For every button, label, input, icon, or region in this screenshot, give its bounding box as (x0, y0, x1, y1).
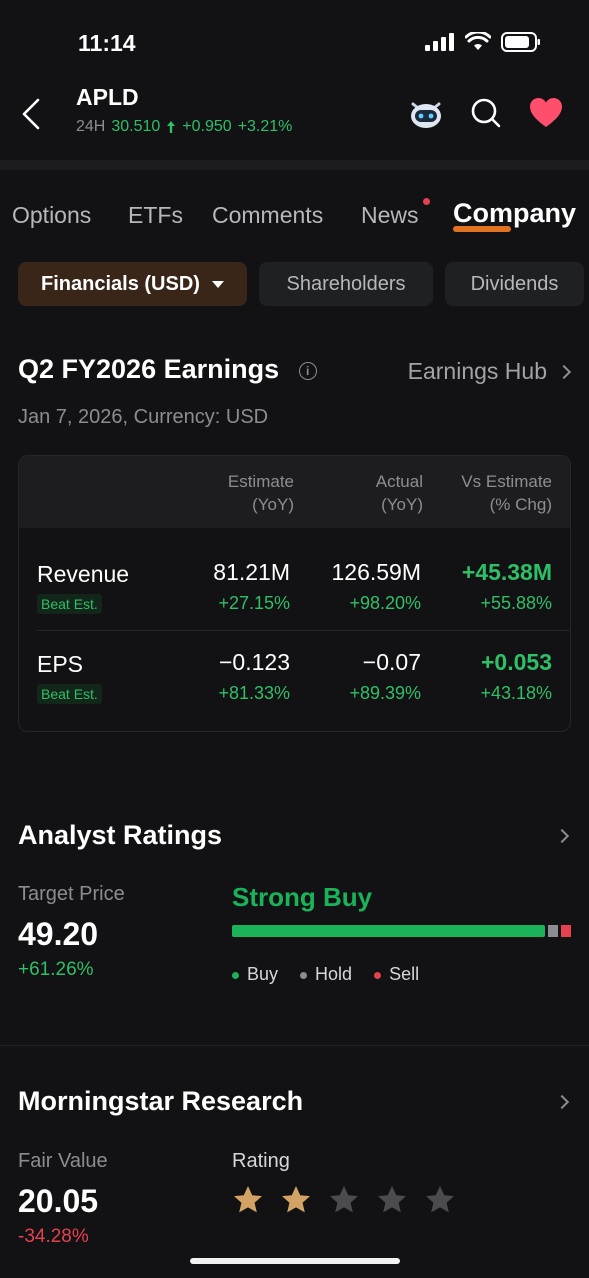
consensus-rating: Strong Buy (232, 882, 373, 912)
chip-shareholders[interactable]: Shareholders (259, 262, 433, 306)
morningstar-title: Morningstar Research (18, 1086, 304, 1116)
tab-comments[interactable]: Comments (212, 202, 323, 229)
chevron-right-icon (556, 364, 572, 379)
battery-icon (501, 32, 540, 52)
info-icon[interactable]: i (298, 361, 317, 380)
beat-badge: Beat Est. (37, 594, 102, 614)
home-indicator (190, 1258, 400, 1264)
price-change-pct: +3.21% (237, 118, 293, 135)
chevron-left-icon (22, 98, 40, 130)
estimate-yoy: +81.33% (218, 683, 290, 703)
actual-value: −0.07 (362, 649, 421, 675)
legend-buy: Buy (232, 964, 278, 985)
col-actual: Actual (YoY) (375, 472, 423, 514)
last-price: 30.510 (111, 118, 161, 135)
header-divider (0, 160, 589, 170)
wifi-icon (465, 32, 491, 50)
rating-legend: Buy Hold Sell (232, 964, 419, 985)
fair-value-label: Fair Value (18, 1150, 108, 1172)
rating-label: Rating (232, 1150, 290, 1172)
ticker-symbol: APLD (76, 84, 139, 110)
active-tab-indicator (453, 226, 511, 232)
table-header: Estimate (YoY) Actual (YoY) Vs Estimate … (19, 456, 570, 528)
analyst-ratings-more[interactable] (554, 828, 570, 846)
legend-sell: Sell (374, 964, 419, 985)
morningstar-more[interactable] (554, 1094, 570, 1112)
chip-financials[interactable]: Financials (USD) (18, 262, 247, 306)
col-vs-estimate: Vs Estimate (% Chg) (461, 472, 552, 514)
star-icon (330, 1186, 358, 1213)
col-estimate: Estimate (YoY) (227, 472, 294, 514)
metric-label: Revenue (37, 561, 130, 587)
earnings-date-currency: Jan 7, 2026, Currency: USD (18, 406, 269, 428)
chevron-right-icon (554, 1094, 570, 1110)
price-change: +0.950 (182, 118, 232, 135)
actual-yoy: +89.39% (349, 683, 421, 703)
chip-dividends-label: Dividends (470, 272, 559, 295)
vs-estimate-value: +0.053 (481, 649, 552, 675)
tab-news[interactable]: News (361, 202, 419, 229)
earnings-hub-label: Earnings Hub (407, 358, 547, 384)
news-unread-dot (423, 198, 430, 205)
star-icon (234, 1186, 262, 1213)
star-icon (282, 1186, 310, 1213)
legend-hold: Hold (300, 964, 352, 985)
target-price-upside: +61.26% (18, 959, 94, 980)
chip-financials-label: Financials (USD) (41, 272, 200, 295)
cellular-signal-icon (425, 33, 454, 51)
status-icons (425, 32, 541, 52)
target-price-value: 49.20 (18, 916, 99, 952)
estimate-value: 81.21M (213, 559, 290, 585)
chip-dividends[interactable]: Dividends (445, 262, 584, 306)
beat-badge: Beat Est. (37, 684, 102, 704)
price-line: 24H 30.510 +0.950 +3.21% (76, 118, 292, 136)
bar-segment-buy (232, 925, 545, 937)
chip-shareholders-label: Shareholders (286, 272, 406, 295)
row-divider (37, 630, 570, 631)
assistant-bot-button[interactable] (407, 94, 445, 132)
bar-segment-sell (560, 925, 571, 937)
metric-label: EPS (37, 651, 84, 677)
rating-distribution-bar (232, 925, 571, 937)
header-actions (407, 94, 565, 132)
bar-segment-hold (548, 925, 558, 937)
vs-estimate-pct: +43.18% (480, 683, 552, 703)
fair-value: 20.05 (18, 1183, 99, 1219)
star-icon (378, 1186, 406, 1213)
earnings-title-text: Q2 FY2026 Earnings (18, 354, 280, 384)
earnings-table: Estimate (YoY) Actual (YoY) Vs Estimate … (18, 455, 571, 732)
search-button[interactable] (467, 94, 505, 132)
heart-icon (530, 98, 562, 127)
section-divider (0, 1045, 589, 1046)
star-icon (426, 1186, 454, 1213)
vs-estimate-pct: +55.88% (480, 593, 552, 613)
earnings-hub-link[interactable]: Earnings Hub (407, 358, 572, 385)
vs-estimate-value: +45.38M (461, 559, 552, 585)
earnings-title: Q2 FY2026 Earnings i (18, 354, 317, 385)
actual-yoy: +98.20% (349, 593, 421, 613)
search-icon (471, 98, 501, 128)
watchlist-heart-button[interactable] (527, 94, 565, 132)
estimate-yoy: +27.15% (218, 593, 290, 613)
actual-value: 126.59M (331, 559, 421, 585)
section-tabs: Options ETFs Comments News Company (0, 196, 589, 242)
arrow-up-icon (167, 121, 176, 133)
estimate-value: −0.123 (219, 649, 290, 675)
morningstar-rating-stars (232, 1184, 456, 1216)
robot-icon (411, 102, 441, 128)
tab-company[interactable]: Company (453, 198, 576, 229)
status-time: 11:14 (78, 30, 136, 56)
tab-options[interactable]: Options (12, 202, 91, 229)
analyst-ratings-title: Analyst Ratings (18, 820, 223, 850)
caret-down-icon (211, 280, 224, 288)
target-price-label: Target Price (18, 883, 125, 905)
chevron-right-icon (554, 828, 570, 844)
period-label: 24H (76, 118, 106, 135)
fair-value-change: -34.28% (18, 1226, 89, 1247)
back-button[interactable] (18, 96, 48, 132)
tab-etfs[interactable]: ETFs (128, 202, 183, 229)
